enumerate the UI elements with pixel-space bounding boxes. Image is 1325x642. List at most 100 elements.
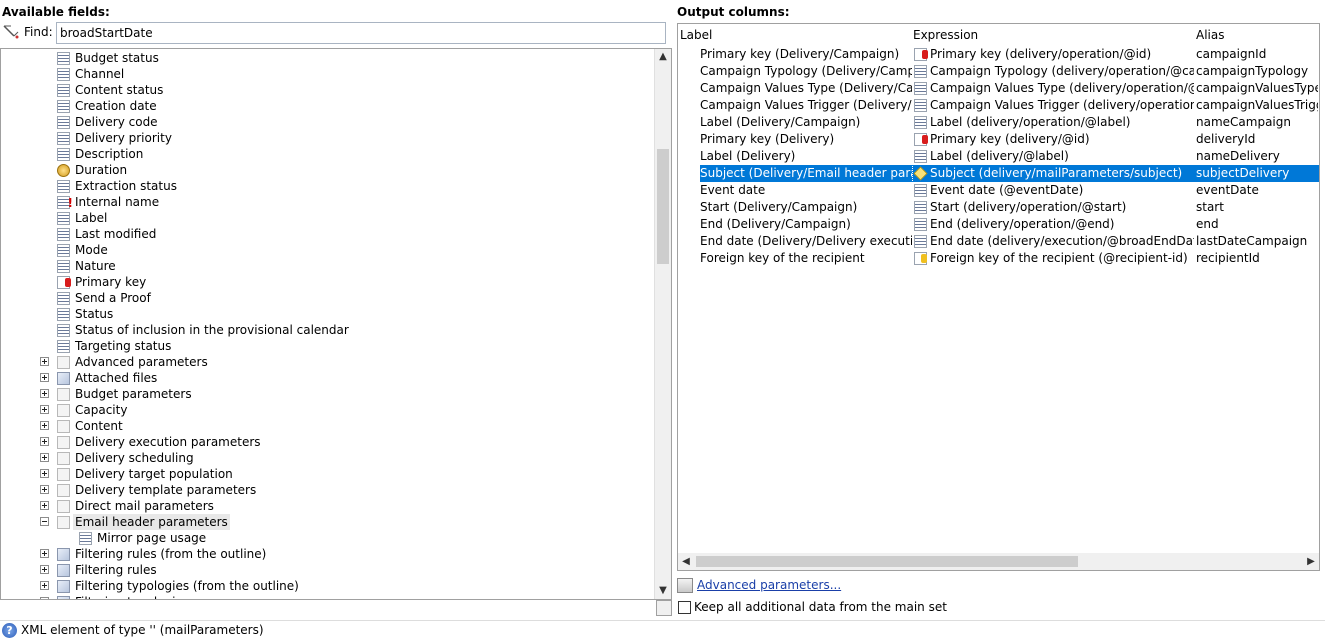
output-column-row[interactable]: End (Delivery/Campaign) End (delivery/ope…	[678, 216, 1319, 233]
tree-item[interactable]: Channel	[1, 66, 656, 82]
tree-item-label: Targeting status	[75, 339, 172, 353]
scroll-left-icon[interactable]: ◀	[678, 553, 694, 570]
tree-item[interactable]: Delivery template parameters	[1, 482, 656, 498]
expand-icon[interactable]	[40, 437, 49, 446]
output-column-row[interactable]: Label (Delivery/Campaign) Label (delivery…	[678, 114, 1319, 131]
expand-icon[interactable]	[40, 485, 49, 494]
tree-item-label: Content	[75, 419, 123, 433]
find-input[interactable]	[56, 22, 666, 44]
row-expression: Campaign Values Trigger (delivery/operat…	[930, 98, 1194, 112]
expand-icon[interactable]	[40, 405, 49, 414]
output-columns-grid[interactable]: Label Expression Alias Primary key (Deli…	[677, 23, 1320, 571]
expand-icon[interactable]	[40, 453, 49, 462]
advanced-parameters-link[interactable]: Advanced parameters...	[697, 578, 841, 592]
tree-item-label: Channel	[75, 67, 125, 81]
field-icon	[57, 228, 70, 241]
output-column-row[interactable]: Primary key (Delivery) Primary key (deliv…	[678, 131, 1319, 148]
expand-icon[interactable]	[40, 597, 49, 599]
tree-item[interactable]: Status	[1, 306, 656, 322]
tree-item-label: Delivery template parameters	[75, 483, 257, 497]
tree-item[interactable]: Label	[1, 210, 656, 226]
output-column-row[interactable]: Label (Delivery) Label (delivery/@label) n…	[678, 148, 1319, 165]
tree-item[interactable]: Delivery execution parameters	[1, 434, 656, 450]
tree-item[interactable]: Filtering rules (from the outline)	[1, 546, 656, 562]
tree-item[interactable]: Description	[1, 146, 656, 162]
folder-icon	[57, 388, 70, 401]
row-alias: end	[1196, 217, 1219, 231]
grid-horizontal-scrollbar[interactable]: ◀ ▶	[678, 553, 1319, 570]
row-expression: Subject (delivery/mailParameters/subject…	[930, 165, 1194, 182]
expand-icon[interactable]	[40, 357, 49, 366]
tree-item-label: Filtering rules	[75, 563, 157, 577]
field-icon	[57, 180, 70, 193]
folder-icon	[57, 484, 70, 497]
row-expression: Label (delivery/operation/@label)	[930, 115, 1131, 129]
expand-icon[interactable]	[40, 469, 49, 478]
tree-item[interactable]: Duration	[1, 162, 656, 178]
output-column-row[interactable]: Campaign Values Trigger (Delivery/Ca... C…	[678, 97, 1319, 114]
tree-item[interactable]: Advanced parameters	[1, 354, 656, 370]
tree-item[interactable]: Filtering typologies (from the outline)	[1, 578, 656, 594]
tree-item[interactable]: Direct mail parameters	[1, 498, 656, 514]
tree-item[interactable]: Status of inclusion in the provisional c…	[1, 322, 656, 338]
tree-item[interactable]: Delivery target population	[1, 466, 656, 482]
tree-item[interactable]: Primary key	[1, 274, 656, 290]
column-header-alias[interactable]: Alias	[1196, 28, 1224, 42]
tree-item[interactable]: Capacity	[1, 402, 656, 418]
advanced-parameters-icon[interactable]	[677, 578, 693, 593]
output-column-row[interactable]: Subject (Delivery/Email header parame...…	[678, 164, 1319, 183]
output-column-row[interactable]: Primary key (Delivery/Campaign) Primary k…	[678, 46, 1319, 63]
tree-item-label: Description	[75, 147, 144, 161]
output-column-row[interactable]: End date (Delivery/Delivery execution p.…	[678, 233, 1319, 250]
scroll-right-icon[interactable]: ▶	[1303, 553, 1319, 570]
tree-item[interactable]: Mode	[1, 242, 656, 258]
scroll-thumb[interactable]	[696, 556, 1078, 567]
expand-icon[interactable]	[40, 373, 49, 382]
tree-item[interactable]: Send a Proof	[1, 290, 656, 306]
available-fields-tree[interactable]: Budget status Channel Content status Creati…	[0, 48, 672, 600]
tree-item[interactable]: Budget status	[1, 50, 656, 66]
tree-item[interactable]: Internal name	[1, 194, 656, 211]
expand-icon[interactable]	[40, 565, 49, 574]
expand-icon[interactable]	[40, 389, 49, 398]
collapse-icon[interactable]	[40, 517, 49, 526]
tree-item[interactable]: Delivery priority	[1, 130, 656, 146]
column-header-expression[interactable]: Expression	[913, 28, 978, 42]
tree-item[interactable]: Extraction status	[1, 178, 656, 194]
tree-vertical-scrollbar[interactable]: ▲ ▼	[654, 49, 671, 599]
tree-item[interactable]: Budget parameters	[1, 386, 656, 402]
tree-resize-corner-icon[interactable]	[656, 600, 672, 616]
tree-item[interactable]: Nature	[1, 258, 656, 274]
expand-icon[interactable]	[40, 421, 49, 430]
link-icon	[57, 548, 70, 561]
output-column-row[interactable]: Event date Event date (@eventDate) eventDa…	[678, 182, 1319, 199]
expand-icon[interactable]	[40, 501, 49, 510]
output-column-row[interactable]: Campaign Typology (Delivery/Campaig... Ca…	[678, 63, 1319, 80]
tree-item[interactable]: Attached files	[1, 370, 656, 386]
scroll-down-icon[interactable]: ▼	[655, 583, 671, 599]
tree-item[interactable]: Targeting status	[1, 338, 656, 354]
tree-item[interactable]: Delivery code	[1, 114, 656, 130]
tree-item[interactable]: Creation date	[1, 98, 656, 114]
field-icon	[57, 68, 70, 81]
folder-icon	[57, 420, 70, 433]
tree-item[interactable]: Last modified	[1, 226, 656, 242]
scroll-up-icon[interactable]: ▲	[655, 49, 671, 65]
scroll-thumb[interactable]	[657, 149, 669, 264]
tree-item[interactable]: Mirror page usage	[1, 530, 656, 546]
expand-icon[interactable]	[40, 549, 49, 558]
output-column-row[interactable]: Campaign Values Type (Delivery/Cam... Cam…	[678, 80, 1319, 97]
tree-item[interactable]: Content	[1, 418, 656, 434]
tree-item[interactable]: Filtering rules	[1, 562, 656, 578]
keep-additional-data-checkbox[interactable]	[678, 601, 691, 614]
tree-item[interactable]: Content status	[1, 82, 656, 98]
column-header-label[interactable]: Label	[680, 28, 712, 42]
tree-item[interactable]: Filtering typologies	[1, 594, 656, 599]
output-column-row[interactable]: Foreign key of the recipient Foreign key …	[678, 250, 1319, 267]
tree-item[interactable]: Email header parameters	[1, 514, 656, 530]
row-expression: Primary key (delivery/operation/@id)	[930, 47, 1152, 61]
expand-icon[interactable]	[40, 581, 49, 590]
keep-additional-data-label: Keep all additional data from the main s…	[694, 600, 947, 614]
output-column-row[interactable]: Start (Delivery/Campaign) Start (delivery…	[678, 199, 1319, 216]
tree-item[interactable]: Delivery scheduling	[1, 450, 656, 466]
